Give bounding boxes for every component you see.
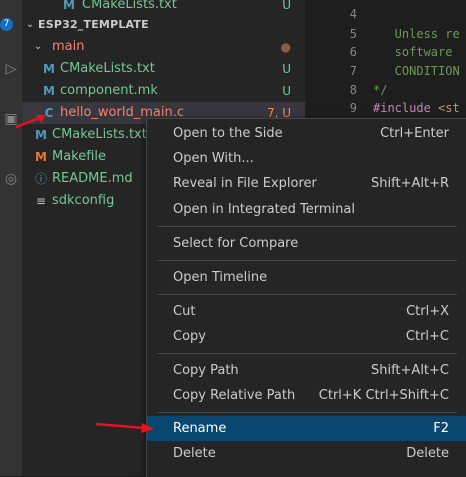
git-status-untracked: U (282, 84, 291, 98)
code-line: CONDITION (373, 64, 460, 78)
code-line: Unless re (373, 27, 460, 41)
menu-item-copy-path[interactable]: Copy Path Shift+Alt+C (147, 358, 466, 383)
menu-item-reveal-in-explorer[interactable]: Reveal in File Explorer Shift+Alt+R (147, 171, 466, 196)
code-line: software (373, 45, 453, 59)
annotation-arrow-rename (95, 422, 154, 433)
git-status-untracked: U (282, 62, 291, 76)
menu-item-cut[interactable]: Cut Ctrl+X (147, 299, 466, 324)
menu-item-label: Reveal in File Explorer (173, 176, 317, 191)
menu-item-label: Copy Path (173, 363, 239, 378)
menu-item-shortcut: Delete (406, 446, 449, 461)
file-name: Makefile (52, 149, 107, 164)
include-directive: #include (373, 101, 431, 115)
menu-item-label: Cut (173, 304, 196, 319)
makefile-icon: M (35, 150, 47, 164)
menu-item-shortcut: Ctrl+Enter (380, 126, 449, 141)
file-name: README.md (52, 171, 133, 186)
menu-item-label: Open to the Side (173, 126, 283, 141)
folder-esp32-template[interactable]: ⌄ ESP32_TEMPLATE (22, 14, 305, 36)
menu-item-rename[interactable]: Rename F2 (147, 416, 466, 441)
menu-item-label: Open in Integrated Terminal (173, 202, 355, 217)
chevron-down-icon: ⌄ (33, 41, 43, 52)
remote-explorer-icon[interactable]: ◎ (2, 170, 20, 188)
menu-separator (157, 226, 457, 227)
line-number: 8 (349, 83, 357, 97)
file-name: CMakeLists.txt (60, 61, 155, 76)
cmake-file-icon: M (43, 62, 55, 76)
menu-item-label: Open Timeline (173, 270, 268, 285)
annotation-arrow-file (15, 115, 46, 129)
menu-separator (157, 353, 457, 354)
run-debug-icon[interactable]: ▷ (2, 60, 20, 78)
menu-item-label: Select for Compare (173, 236, 299, 251)
modified-dot-icon: ● (280, 40, 291, 54)
makefile-icon: M (43, 84, 55, 98)
chevron-down-icon: ⌄ (25, 19, 35, 30)
menu-item-open-timeline[interactable]: Open Timeline (147, 265, 466, 290)
folder-main[interactable]: ⌄ main ● (22, 36, 305, 58)
menu-item-open-with[interactable]: Open With... (147, 146, 466, 171)
menu-item-open-to-side[interactable]: Open to the Side Ctrl+Enter (147, 121, 466, 146)
line-number: 9 (349, 101, 357, 115)
activity-bar: 7 ▷ ▣ ◎ (0, 0, 22, 476)
menu-item-select-for-compare[interactable]: Select for Compare (147, 231, 466, 256)
menu-item-label: Open With... (173, 151, 254, 166)
line-number: 6 (349, 45, 357, 59)
folder-name: ESP32_TEMPLATE (38, 18, 149, 31)
menu-item-copy[interactable]: Copy Ctrl+C (147, 324, 466, 349)
menu-item-label: Copy Relative Path (173, 388, 296, 403)
menu-item-open-in-terminal[interactable]: Open in Integrated Terminal (147, 197, 466, 222)
menu-item-shortcut: Shift+Alt+C (370, 363, 449, 378)
menu-item-copy-relative-path[interactable]: Copy Relative Path Ctrl+K Ctrl+Shift+C (147, 383, 466, 408)
file-name: sdkconfig (52, 193, 115, 208)
menu-item-shortcut: Shift+Alt+R (371, 176, 449, 191)
menu-item-shortcut: Ctrl+C (405, 329, 449, 344)
menu-item-shortcut: F2 (433, 421, 449, 436)
file-name: component.mk (60, 83, 158, 98)
menu-separator (157, 412, 457, 413)
code-line: */ (373, 83, 388, 97)
line-number: 5 (349, 27, 357, 41)
menu-separator (157, 294, 457, 295)
menu-item-delete[interactable]: Delete Delete (147, 441, 466, 466)
source-control-badge: 7 (0, 18, 13, 31)
info-icon: ⓘ (34, 172, 47, 186)
menu-item-shortcut: Ctrl+X (406, 304, 449, 319)
file-component-mk[interactable]: M component.mk U (22, 80, 305, 102)
code-line: #include <st (373, 101, 460, 115)
line-number: 7 (349, 64, 357, 78)
include-target: <st (430, 101, 460, 115)
folder-name: main (52, 39, 85, 54)
file-name: CMakeLists.txt (52, 127, 147, 142)
menu-item-label: Copy (173, 329, 206, 344)
menu-separator (157, 260, 457, 261)
explorer-context-menu: Open to the Side Ctrl+Enter Open With...… (146, 118, 466, 477)
line-number: 4 (349, 7, 357, 21)
menu-item-shortcut: Ctrl+K Ctrl+Shift+C (318, 388, 449, 403)
menu-item-label: Delete (173, 446, 216, 461)
file-cmakelists-main[interactable]: M CMakeLists.txt U (22, 58, 305, 80)
menu-item-label: Rename (173, 421, 227, 436)
settings-file-icon: ≡ (35, 194, 47, 208)
